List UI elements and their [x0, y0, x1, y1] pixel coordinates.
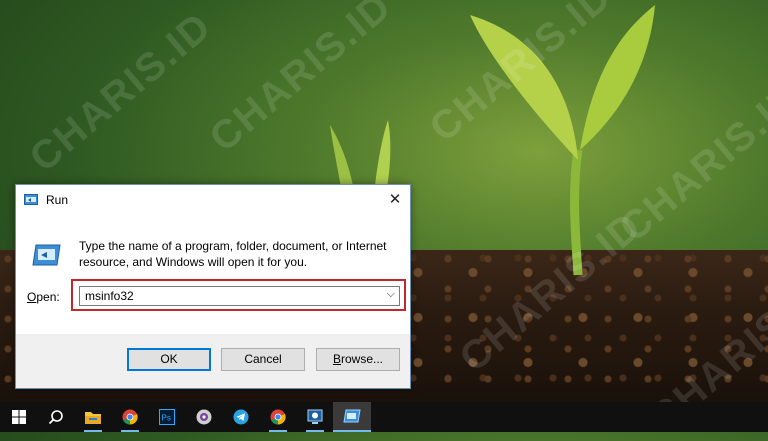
- open-label-mnemonic: O: [27, 290, 37, 304]
- search-button[interactable]: [37, 402, 75, 432]
- taskbar: Ps: [0, 402, 768, 432]
- close-button[interactable]: ✕: [380, 185, 410, 215]
- taskbar-chrome-2[interactable]: [259, 402, 297, 432]
- taskbar-telegram[interactable]: [222, 402, 260, 432]
- svg-text:Ps: Ps: [162, 414, 171, 423]
- chrome-icon: [122, 409, 138, 425]
- browse-button[interactable]: Browse...: [316, 348, 400, 371]
- telegram-icon: [233, 409, 249, 425]
- dialog-title: Run: [46, 193, 69, 207]
- highlight-box: [71, 279, 406, 311]
- dialog-description: Type the name of a program, folder, docu…: [79, 239, 387, 269]
- taskbar-photoshop[interactable]: Ps: [148, 402, 186, 432]
- taskbar-chrome[interactable]: [111, 402, 149, 432]
- windows-logo-icon: [12, 410, 26, 424]
- taskbar-remote-desktop[interactable]: [296, 402, 334, 432]
- start-button[interactable]: [0, 402, 38, 432]
- run-dialog: Run ✕ Type the name of a program, folder…: [15, 184, 411, 389]
- cancel-button[interactable]: Cancel: [221, 348, 305, 371]
- title-bar[interactable]: Run ✕: [16, 185, 410, 215]
- run-icon: [343, 409, 361, 423]
- taskbar-media-player[interactable]: [185, 402, 223, 432]
- run-program-icon: [32, 244, 61, 266]
- photoshop-icon: Ps: [159, 409, 175, 425]
- media-player-icon: [196, 409, 212, 425]
- chrome-icon: [270, 409, 286, 425]
- taskbar-run[interactable]: [333, 402, 371, 432]
- open-label-text: pen:: [36, 290, 60, 304]
- browse-label: rowse...: [341, 352, 384, 366]
- file-explorer-icon: [85, 411, 101, 424]
- open-label: Open:: [27, 290, 60, 304]
- browse-mnemonic: B: [332, 352, 341, 366]
- search-icon: [48, 410, 63, 425]
- ok-button[interactable]: OK: [127, 348, 211, 371]
- run-icon: [24, 194, 38, 205]
- taskbar-file-explorer[interactable]: [74, 402, 112, 432]
- remote-desktop-icon: [307, 409, 323, 424]
